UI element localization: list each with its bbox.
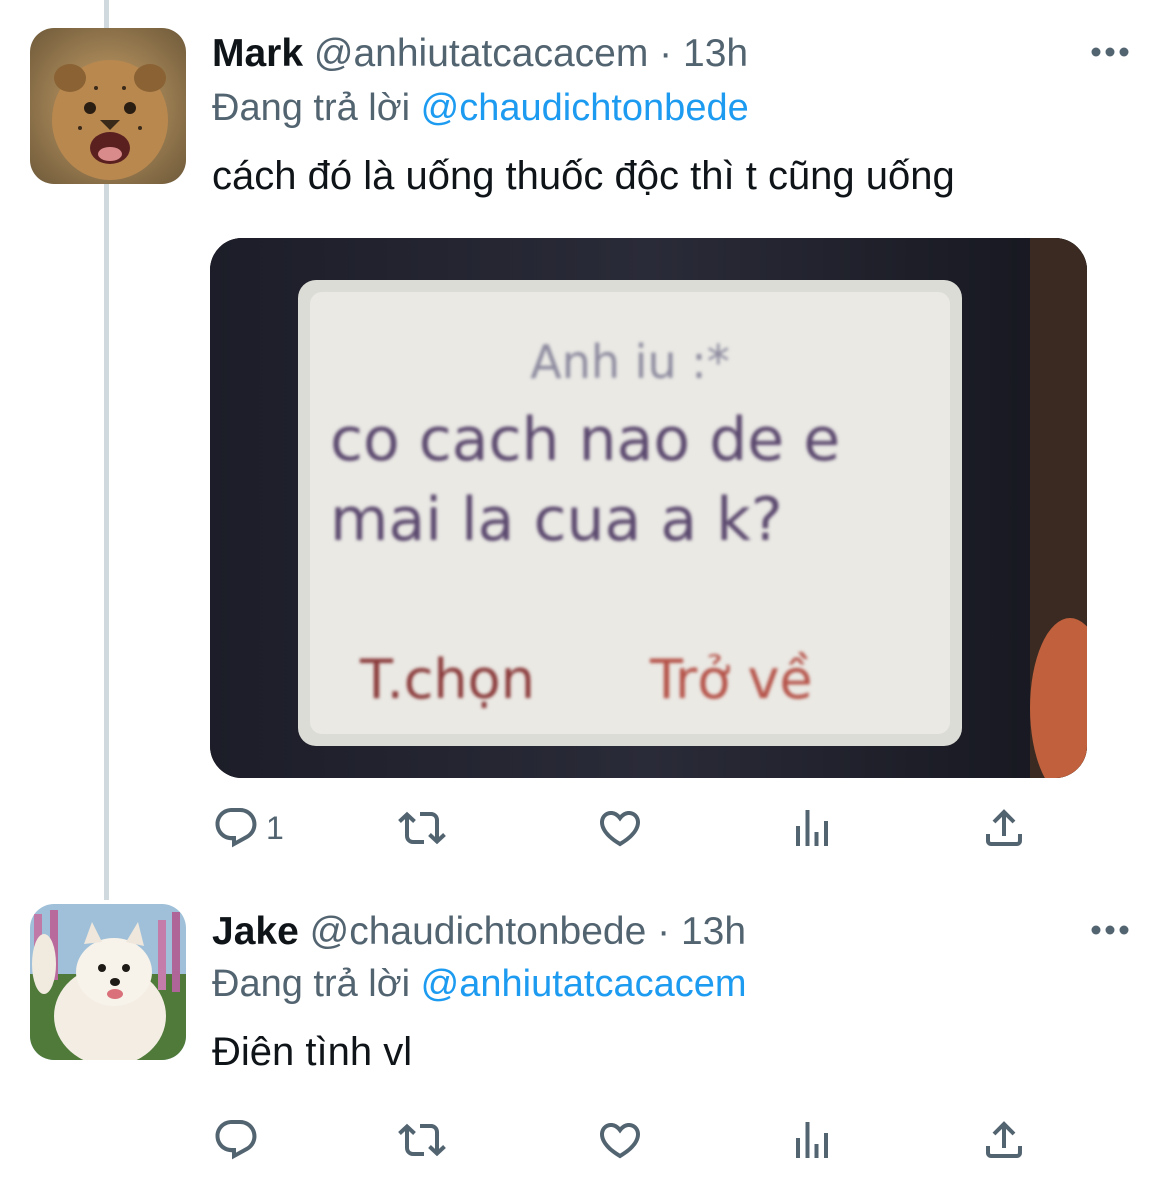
replying-to-prefix: Đang trả lời <box>212 963 411 1005</box>
softkey-right: Trở về <box>649 648 813 711</box>
softkey-left: T.chọn <box>359 648 535 711</box>
separator-dot: · <box>659 32 673 75</box>
tweet-actions <box>212 1112 1052 1168</box>
replying-to: Đang trả lời @anhiutatcacacem <box>212 960 747 1008</box>
reply-icon <box>215 1120 257 1160</box>
screen-line-3: mai la cua a k? <box>330 485 783 555</box>
tweet-header: Jake @chaudichtonbede · 13h <box>212 908 746 956</box>
tweet[interactable]: Mark @anhiutatcacacem · 13h Đang trả lời… <box>0 0 1170 880</box>
replying-to-mention[interactable]: @chaudichtonbede <box>421 87 749 129</box>
user-handle[interactable]: @anhiutatcacacem <box>314 32 648 75</box>
screen-line-1: Anh iu :* <box>530 335 729 389</box>
tweet-media-photo[interactable]: Anh iu :* co cach nao de e mai la cua a … <box>210 238 1087 778</box>
tweet-header: Mark @anhiutatcacacem · 13h <box>212 30 748 78</box>
replying-to-prefix: Đang trả lời <box>212 87 411 129</box>
reply-icon <box>215 808 257 848</box>
analytics-icon <box>796 1122 828 1158</box>
timestamp[interactable]: 13h <box>683 32 748 75</box>
replying-to-mention[interactable]: @anhiutatcacacem <box>421 963 747 1005</box>
like-button[interactable] <box>596 1112 644 1168</box>
tweet-actions: 1 <box>212 800 1052 856</box>
retweet-icon <box>398 811 446 845</box>
replying-to: Đang trả lời @chaudichtonbede <box>212 84 749 132</box>
analytics-button[interactable] <box>788 1112 836 1168</box>
tweet-text: Điên tình vl <box>212 1030 413 1074</box>
retweet-button[interactable] <box>398 1112 446 1168</box>
like-button[interactable] <box>596 800 644 856</box>
samoyed-avatar-image <box>30 904 186 1060</box>
more-icon <box>1091 47 1129 57</box>
screen-line-2: co cach nao de e <box>330 405 840 475</box>
analytics-icon <box>796 810 828 846</box>
phone-screen-photo: Anh iu :* co cach nao de e mai la cua a … <box>210 238 1087 778</box>
like-icon <box>599 811 641 847</box>
more-options-button[interactable] <box>1084 32 1136 72</box>
timestamp[interactable]: 13h <box>681 910 746 953</box>
more-icon <box>1091 925 1129 935</box>
user-handle[interactable]: @chaudichtonbede <box>310 910 647 953</box>
like-icon <box>599 1123 641 1159</box>
tweet-text: cách đó là uống thuốc độc thì t cũng uốn… <box>212 154 955 198</box>
retweet-button[interactable] <box>398 800 446 856</box>
share-button[interactable] <box>980 800 1028 856</box>
separator-dot: · <box>657 910 671 953</box>
reply-button[interactable]: 1 <box>212 800 284 856</box>
retweet-icon <box>398 1123 446 1157</box>
reply-button[interactable] <box>212 1112 260 1168</box>
avatar[interactable] <box>30 28 186 184</box>
share-icon <box>986 809 1022 846</box>
avatar[interactable] <box>30 904 186 1060</box>
reply-count: 1 <box>266 809 284 846</box>
share-icon <box>986 1121 1022 1158</box>
display-name[interactable]: Jake <box>212 910 299 953</box>
share-button[interactable] <box>980 1112 1028 1168</box>
analytics-button[interactable] <box>788 800 836 856</box>
display-name[interactable]: Mark <box>212 32 303 75</box>
cheetah-avatar-image <box>30 28 186 184</box>
more-options-button[interactable] <box>1084 910 1136 950</box>
